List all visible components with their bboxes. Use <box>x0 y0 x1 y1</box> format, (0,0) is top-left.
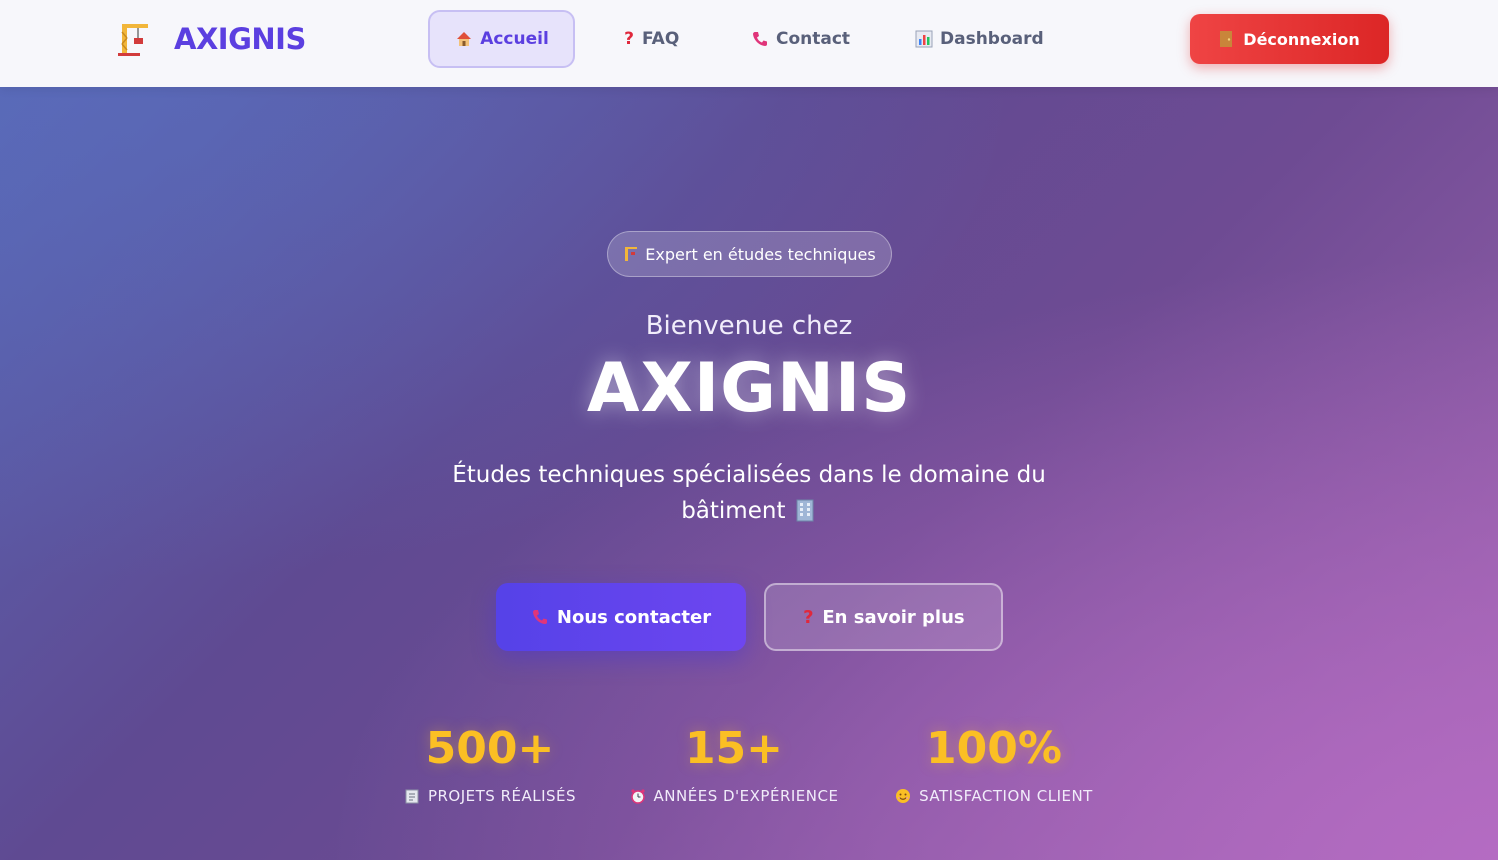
phone-icon <box>532 610 547 624</box>
nav-dashboard-label: Dashboard <box>940 29 1044 49</box>
badge-text: Expert en études techniques <box>645 244 876 264</box>
office-building-icon <box>796 499 814 522</box>
contact-us-label: Nous contacter <box>556 606 712 628</box>
brand-logo[interactable]: AXIGNIS <box>116 20 306 58</box>
bar-chart-icon <box>914 29 934 49</box>
hero-section: Expert en études techniques Bienvenue ch… <box>0 87 1498 860</box>
stat-projects: 500+ ANNÉES D'EXPÉRIENCE PROJETS RÉALISÉ… <box>389 727 591 805</box>
door-icon <box>1220 31 1233 47</box>
house-icon <box>454 29 474 49</box>
hero-subtitle: Études techniques spécialisées dans le d… <box>449 457 1049 529</box>
brand-name: AXIGNIS <box>174 22 306 56</box>
stat-experience-value: 15+ <box>684 723 784 774</box>
stat-satisfaction-value: 100% <box>926 723 1062 774</box>
stat-experience: 15+ ANNÉES D'EXPÉRIENCE <box>621 727 847 805</box>
question-mark-icon: ? <box>803 606 814 628</box>
stat-projects-label-text: PROJETS RÉALISÉS <box>427 787 577 805</box>
stat-satisfaction: 100% SATISFACTION CLIENT <box>884 727 1104 805</box>
welcome-text: Bienvenue chez <box>645 311 853 341</box>
stat-experience-label: ANNÉES D'EXPÉRIENCE <box>653 787 839 805</box>
question-mark-icon: ? <box>624 29 634 49</box>
stat-satisfaction-label: SATISFACTION CLIENT <box>919 787 1093 805</box>
hero-title: AXIGNIS <box>586 349 912 428</box>
nav-dashboard[interactable]: Dashboard <box>900 10 1058 68</box>
nav-contact[interactable]: Contact <box>736 10 864 68</box>
stat-projects-value: 500+ <box>425 723 555 774</box>
construction-crane-icon <box>625 247 638 261</box>
nav-faq-label: FAQ <box>642 29 680 49</box>
phone-icon <box>750 29 770 49</box>
logout-button[interactable]: Déconnexion <box>1190 14 1389 64</box>
nav-contact-label: Contact <box>776 29 851 49</box>
construction-crane-icon <box>118 24 148 56</box>
contact-us-button[interactable]: Nous contacter <box>496 583 746 651</box>
logout-label: Déconnexion <box>1243 29 1360 49</box>
nav-faq[interactable]: ? FAQ <box>608 10 693 68</box>
alarm-clock-icon <box>630 789 645 804</box>
clipboard-icon <box>405 789 419 804</box>
smiling-face-icon <box>896 789 911 803</box>
nav-accueil[interactable]: Accueil <box>428 10 575 68</box>
learn-more-label: En savoir plus <box>822 606 965 628</box>
nav-accueil-label: Accueil <box>480 29 549 49</box>
hero-subtitle-text: Études techniques spécialisées dans le d… <box>452 462 1046 524</box>
expert-badge: Expert en études techniques <box>607 231 892 277</box>
top-navbar: AXIGNIS Accueil ? FAQ Contact Dashboard … <box>0 0 1498 87</box>
learn-more-button[interactable]: ? En savoir plus <box>764 583 1003 651</box>
